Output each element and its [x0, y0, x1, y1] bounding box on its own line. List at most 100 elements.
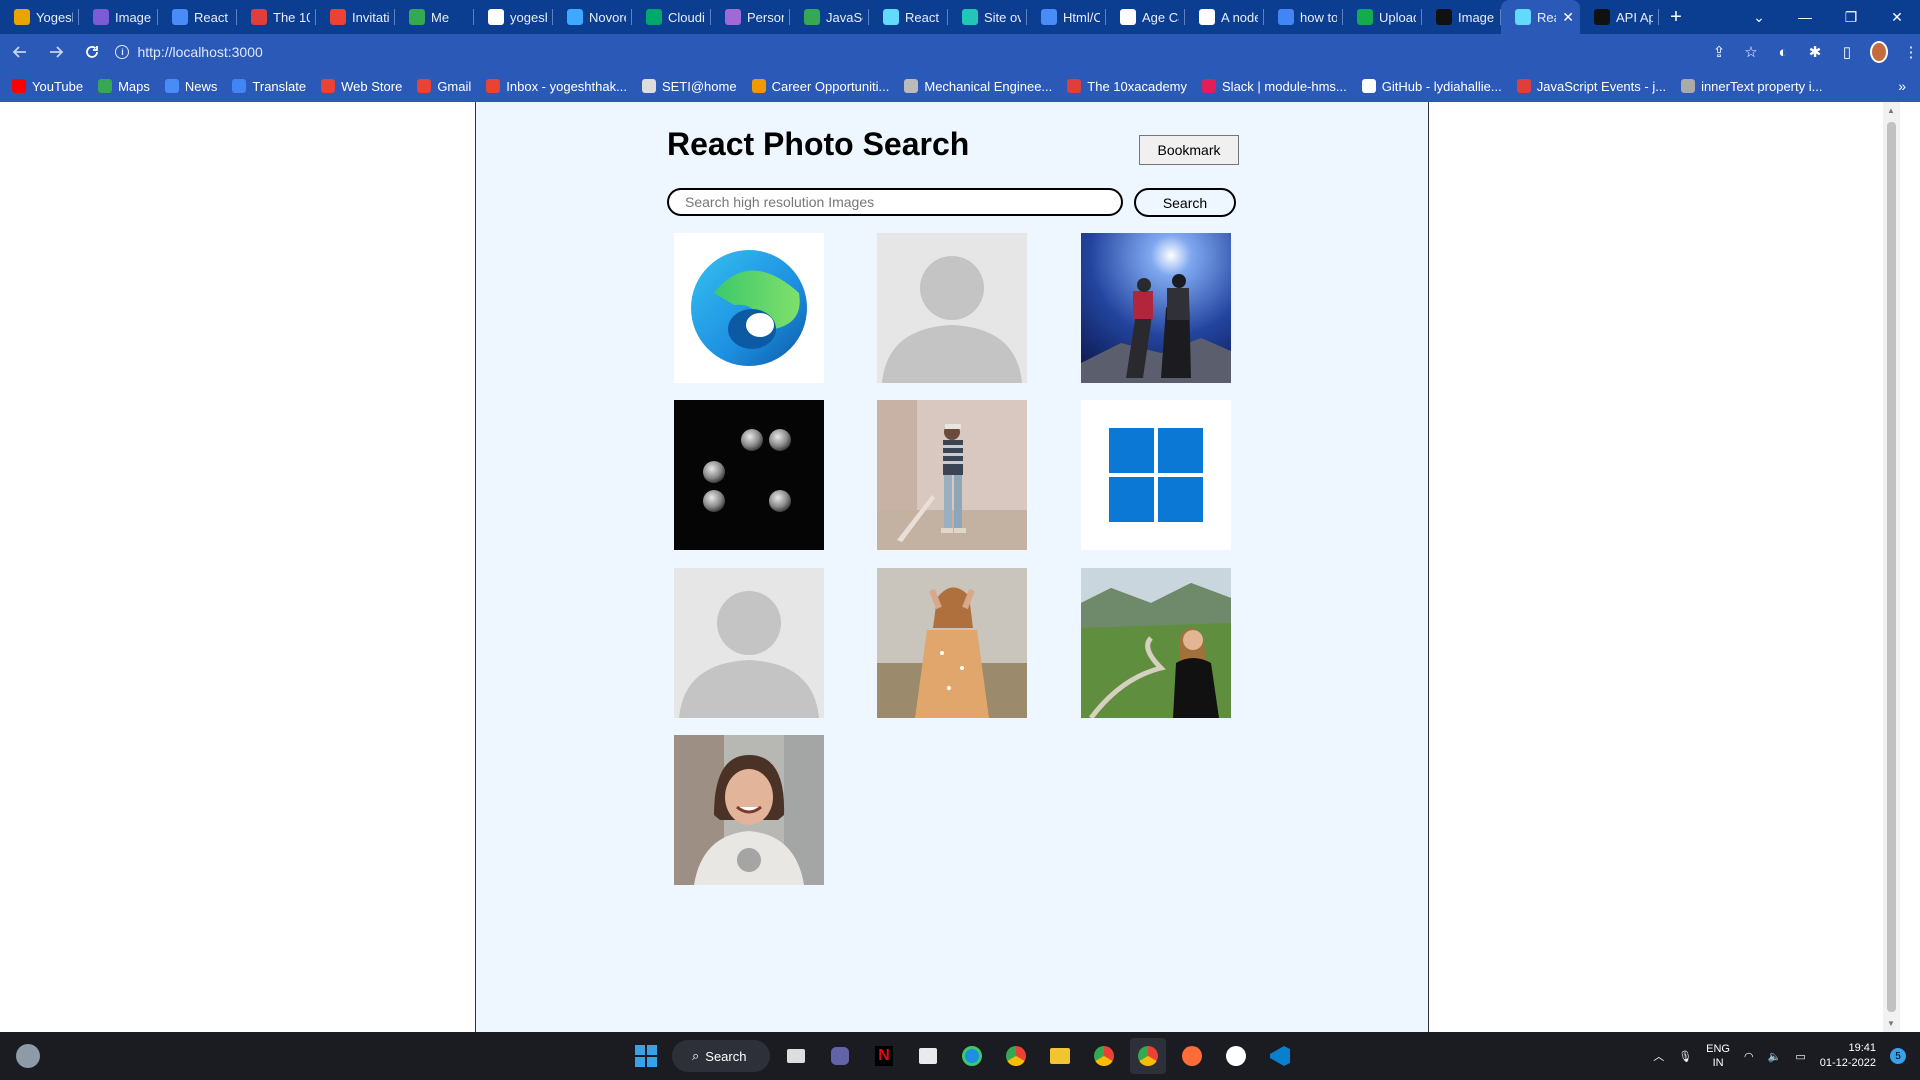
- tab[interactable]: Novore: [553, 0, 632, 34]
- photo-dark-spheres[interactable]: [674, 400, 824, 550]
- taskbar-search[interactable]: ⌕ Search: [672, 1040, 770, 1072]
- photo-windows-logo[interactable]: [1081, 400, 1231, 550]
- scroll-thumb[interactable]: [1887, 122, 1896, 1012]
- page-scrollbar[interactable]: ▲ ▼: [1883, 102, 1900, 1032]
- tab[interactable]: React A: [869, 0, 948, 34]
- file-explorer-icon[interactable]: [1042, 1038, 1078, 1074]
- tab[interactable]: Image: [1422, 0, 1501, 34]
- window-controls: ⌄ — ❐ ✕: [1736, 0, 1920, 34]
- tab[interactable]: yogesh: [474, 0, 553, 34]
- task-view-icon[interactable]: [778, 1038, 814, 1074]
- back-button[interactable]: [4, 36, 36, 68]
- maximize-button[interactable]: ❐: [1828, 9, 1874, 26]
- bookmark-item[interactable]: JavaScript Events - j...: [1516, 79, 1666, 94]
- bookmark-star-icon[interactable]: ☆: [1742, 43, 1760, 61]
- photo-mountain-climbers[interactable]: [1081, 233, 1231, 383]
- tab[interactable]: The 10: [237, 0, 316, 34]
- tab[interactable]: API Ap: [1580, 0, 1659, 34]
- tab-active[interactable]: Rea ✕: [1501, 0, 1580, 34]
- side-panel-icon[interactable]: ▯: [1838, 43, 1856, 61]
- tab-search-icon[interactable]: ⌄: [1736, 9, 1782, 26]
- start-button[interactable]: [628, 1038, 664, 1074]
- url-text[interactable]: http://localhost:3000: [137, 44, 262, 60]
- scroll-down-icon[interactable]: ▼: [1887, 1019, 1895, 1028]
- address-bar[interactable]: i http://localhost:3000: [115, 38, 1682, 66]
- search-input[interactable]: [667, 188, 1123, 216]
- tab[interactable]: Cloudi: [632, 0, 711, 34]
- tab[interactable]: Person: [711, 0, 790, 34]
- bookmark-item[interactable]: innerText property i...: [1681, 79, 1822, 94]
- bookmark-item[interactable]: Mechanical Enginee...: [904, 79, 1052, 94]
- minimize-button[interactable]: —: [1782, 9, 1828, 25]
- photo-smiling-woman[interactable]: [674, 735, 824, 885]
- teams-chat-icon[interactable]: [822, 1038, 858, 1074]
- tab[interactable]: Site ov: [948, 0, 1027, 34]
- wifi-icon[interactable]: ◠: [1744, 1050, 1754, 1063]
- extensions-icon[interactable]: ✱: [1806, 43, 1824, 61]
- site-info-icon[interactable]: i: [115, 45, 130, 59]
- microphone-icon[interactable]: 🎙: [1678, 1050, 1692, 1063]
- media-control-icon[interactable]: ◐: [1774, 44, 1792, 61]
- postman-icon[interactable]: [1174, 1038, 1210, 1074]
- bookmark-item[interactable]: Gmail: [417, 79, 471, 94]
- photo-placeholder-avatar-2[interactable]: [674, 568, 824, 718]
- reload-button[interactable]: [76, 36, 108, 68]
- photo-woman-dress[interactable]: [877, 568, 1027, 718]
- tab[interactable]: how to: [1264, 0, 1343, 34]
- tab[interactable]: Image: [79, 0, 158, 34]
- netflix-icon[interactable]: N: [866, 1038, 902, 1074]
- tab[interactable]: Html/C: [1027, 0, 1106, 34]
- profile-avatar[interactable]: [1870, 41, 1888, 63]
- mongodb-compass-icon[interactable]: [1218, 1038, 1254, 1074]
- vscode-icon[interactable]: [1262, 1038, 1298, 1074]
- battery-icon[interactable]: ▭: [1795, 1050, 1805, 1063]
- photo-placeholder-avatar[interactable]: [877, 233, 1027, 383]
- tab[interactable]: Age Ca: [1106, 0, 1185, 34]
- photo-man-against-wall[interactable]: [877, 400, 1027, 550]
- edge-icon[interactable]: [954, 1038, 990, 1074]
- more-bookmarks-icon[interactable]: »: [1898, 78, 1906, 94]
- weather-widget-icon[interactable]: [16, 1044, 40, 1068]
- tab[interactable]: A node: [1185, 0, 1264, 34]
- scroll-up-icon[interactable]: ▲: [1887, 106, 1895, 115]
- tab[interactable]: Me: [395, 0, 474, 34]
- tray-expand-icon[interactable]: ︿: [1653, 1048, 1664, 1064]
- bookmark-item[interactable]: SETI@home: [641, 79, 737, 94]
- tab[interactable]: React -: [158, 0, 237, 34]
- bookmark-button[interactable]: Bookmark: [1139, 135, 1239, 165]
- share-icon[interactable]: ⇪: [1710, 43, 1728, 61]
- tab-close-icon[interactable]: ✕: [1562, 9, 1574, 26]
- photo-edge-logo[interactable]: [674, 233, 824, 383]
- search-button[interactable]: Search: [1134, 188, 1236, 217]
- forward-button[interactable]: [40, 36, 72, 68]
- bookmark-item[interactable]: Translate: [232, 79, 306, 94]
- bookmark-item[interactable]: GitHub - lydiahallie...: [1361, 79, 1502, 94]
- chrome-profile-icon[interactable]: [1086, 1038, 1122, 1074]
- page-viewport: React Photo Search Bookmark Search high …: [0, 102, 1920, 1032]
- bookmark-item[interactable]: The 10xacademy: [1067, 79, 1187, 94]
- tab-favicon-icon: [1278, 9, 1294, 25]
- language-indicator[interactable]: ENG IN: [1706, 1042, 1730, 1070]
- new-tab-button[interactable]: +: [1659, 0, 1693, 34]
- tab[interactable]: Yogesh: [0, 0, 79, 34]
- bookmark-item[interactable]: Slack | module-hms...: [1202, 79, 1347, 94]
- photo-valley-woman[interactable]: [1081, 568, 1231, 718]
- bookmark-item[interactable]: Inbox - yogeshthak...: [486, 79, 627, 94]
- tab[interactable]: Upload: [1343, 0, 1422, 34]
- bookmark-item[interactable]: Web Store: [321, 79, 402, 94]
- chrome-icon[interactable]: [998, 1038, 1034, 1074]
- bookmark-item[interactable]: YouTube: [12, 79, 83, 94]
- volume-icon[interactable]: 🔈: [1768, 1050, 1782, 1063]
- bookmark-item[interactable]: Maps: [98, 79, 150, 94]
- bookmark-item[interactable]: Career Opportuniti...: [751, 79, 889, 94]
- clock[interactable]: 19:41 01-12-2022: [1820, 1041, 1876, 1071]
- tab-favicon-icon: [567, 9, 583, 25]
- store-icon[interactable]: [910, 1038, 946, 1074]
- tab[interactable]: JavaSc: [790, 0, 869, 34]
- notification-badge[interactable]: 5: [1890, 1048, 1906, 1064]
- bookmark-item[interactable]: News: [164, 79, 217, 94]
- close-window-button[interactable]: ✕: [1874, 9, 1920, 26]
- tab[interactable]: Invitati: [316, 0, 395, 34]
- menu-kebab-icon[interactable]: ⋮: [1902, 43, 1920, 61]
- chrome-active-icon[interactable]: [1130, 1038, 1166, 1074]
